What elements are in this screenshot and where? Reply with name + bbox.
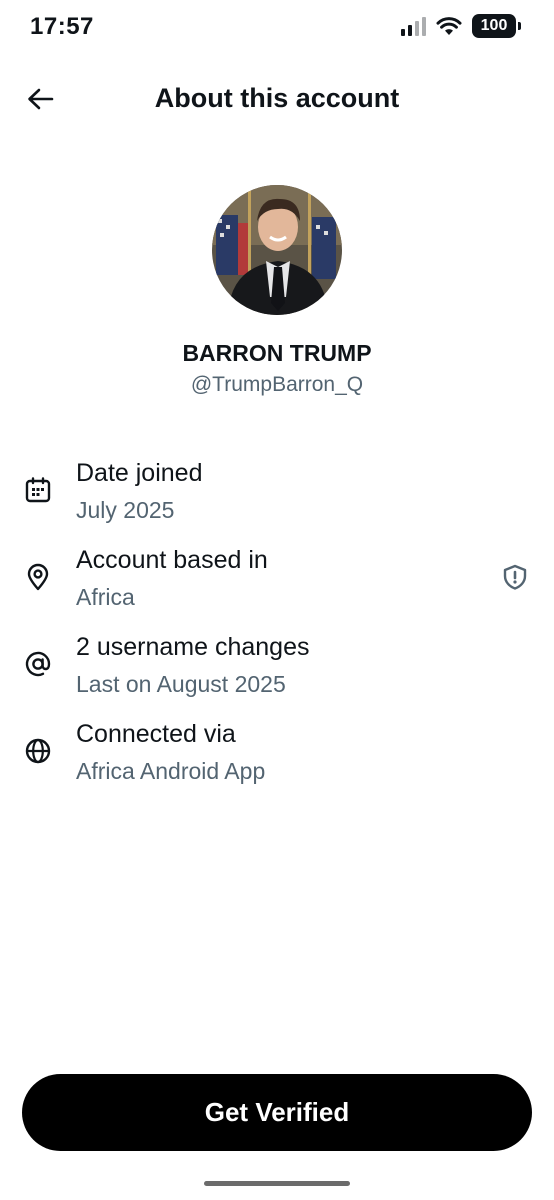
profile-summary: BARRON TRUMP @TrumpBarron_Q: [0, 185, 554, 397]
get-verified-button[interactable]: Get Verified: [22, 1074, 532, 1151]
account-info-list: Date joined July 2025 Account based in A…: [0, 455, 554, 803]
info-row-date-joined: Date joined July 2025: [0, 455, 554, 542]
wifi-icon: [436, 17, 462, 35]
info-row-username-changes: 2 username changes Last on August 2025: [0, 629, 554, 716]
avatar[interactable]: [212, 185, 342, 315]
info-label: Connected via: [76, 720, 236, 748]
info-value: Africa Android App: [76, 758, 266, 784]
cellular-signal-icon: [401, 16, 426, 36]
page-title: About this account: [154, 83, 400, 113]
info-label: Date joined: [76, 459, 203, 487]
display-name: BARRON TRUMP: [182, 340, 372, 366]
home-indicator[interactable]: [204, 1181, 350, 1186]
calendar-icon: [23, 475, 53, 505]
info-row-account-based-in: Account based in Africa: [0, 542, 554, 629]
info-row-connected-via: Connected via Africa Android App: [0, 716, 554, 803]
info-value: Last on August 2025: [76, 671, 286, 697]
info-value: Africa: [76, 584, 135, 610]
battery-icon: 100: [472, 14, 521, 38]
status-bar: 17:57 100: [0, 0, 554, 56]
status-icons: 100: [401, 14, 521, 38]
info-value: July 2025: [76, 497, 175, 523]
location-pin-icon: [23, 562, 53, 592]
globe-icon: [23, 736, 53, 766]
at-sign-icon: [23, 649, 53, 679]
status-time: 17:57: [30, 13, 94, 40]
shield-alert-icon[interactable]: [500, 562, 530, 592]
username-handle: @TrumpBarron_Q: [190, 373, 364, 396]
header: About this account: [0, 68, 554, 130]
info-label: 2 username changes: [76, 633, 310, 661]
info-label: Account based in: [76, 546, 268, 574]
profile-photo: [212, 185, 342, 315]
